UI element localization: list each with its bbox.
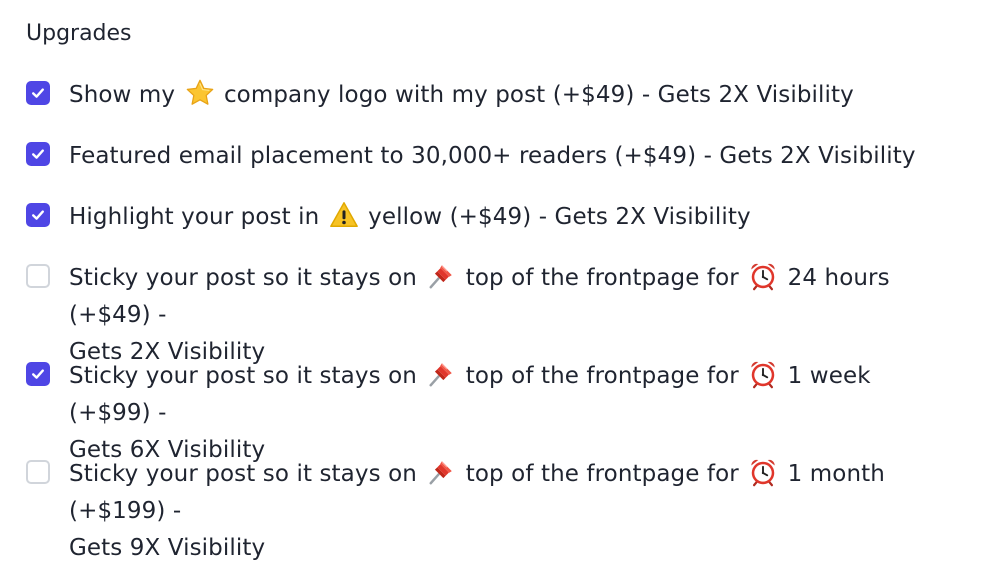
alarm-clock-icon	[748, 261, 778, 291]
checkmark-icon	[30, 366, 46, 382]
upgrades-heading: Upgrades	[26, 21, 132, 46]
highlight-upgrade-checkbox[interactable]	[26, 203, 50, 227]
sticky-week-label[interactable]: Sticky your post so it stays on top of t…	[69, 358, 959, 469]
pushpin-icon	[426, 457, 456, 487]
warning-icon	[329, 200, 359, 230]
logo-upgrade-label[interactable]: Show my company logo with my post (+$49)…	[69, 77, 959, 114]
email-upgrade-checkbox[interactable]	[26, 142, 50, 166]
checkmark-icon	[30, 85, 46, 101]
pushpin-icon	[426, 359, 456, 389]
highlight-upgrade-label[interactable]: Highlight your post in yellow (+$49) - G…	[69, 199, 959, 236]
sticky-month-label[interactable]: Sticky your post so it stays on top of t…	[69, 456, 959, 567]
checkmark-icon	[30, 207, 46, 223]
pushpin-icon	[426, 261, 456, 291]
alarm-clock-icon	[748, 359, 778, 389]
sticky-month-checkbox[interactable]	[26, 460, 50, 484]
star-icon	[185, 78, 215, 108]
sticky-24h-label[interactable]: Sticky your post so it stays on top of t…	[69, 260, 959, 371]
sticky-24h-checkbox[interactable]	[26, 264, 50, 288]
alarm-clock-icon	[748, 457, 778, 487]
email-upgrade-label[interactable]: Featured email placement to 30,000+ read…	[69, 138, 959, 175]
sticky-week-checkbox[interactable]	[26, 362, 50, 386]
logo-upgrade-checkbox[interactable]	[26, 81, 50, 105]
checkmark-icon	[30, 146, 46, 162]
